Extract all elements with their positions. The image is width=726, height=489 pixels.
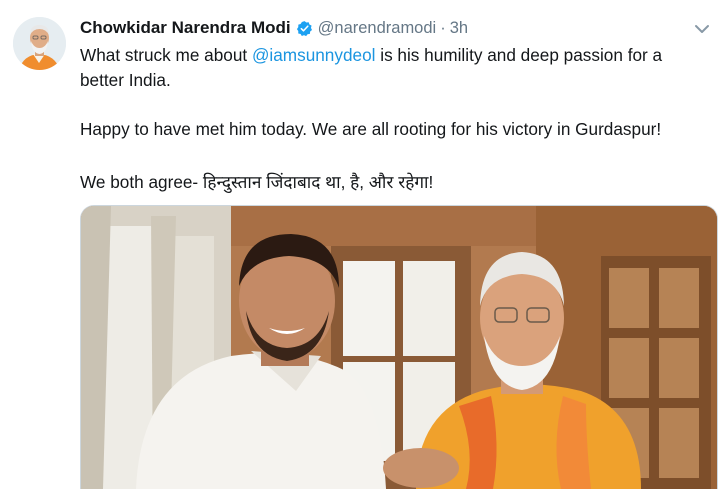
text-segment: What struck me about [80,45,252,65]
tweet: Chowkidar Narendra Modi @narendramodi · … [0,0,726,489]
avatar[interactable] [13,17,66,70]
display-name[interactable]: Chowkidar Narendra Modi [80,18,291,38]
tweet-paragraph-2: Happy to have met him today. We are all … [80,119,662,139]
tweet-header: Chowkidar Narendra Modi @narendramodi · … [80,16,468,40]
mention-link[interactable]: @iamsunnydeol [252,45,376,65]
tweet-photo[interactable] [80,205,718,489]
tweet-paragraph-1: What struck me about @iamsunnydeol is hi… [80,43,710,93]
handle[interactable]: @narendramodi [318,19,437,38]
verified-badge-icon [296,20,312,36]
tweet-paragraph-3: We both agree- हिन्दुस्तान जिंदाबाद था, … [80,172,434,192]
chevron-down-icon[interactable] [694,23,710,35]
separator-dot: · [440,18,446,37]
timestamp[interactable]: 3h [450,19,468,38]
